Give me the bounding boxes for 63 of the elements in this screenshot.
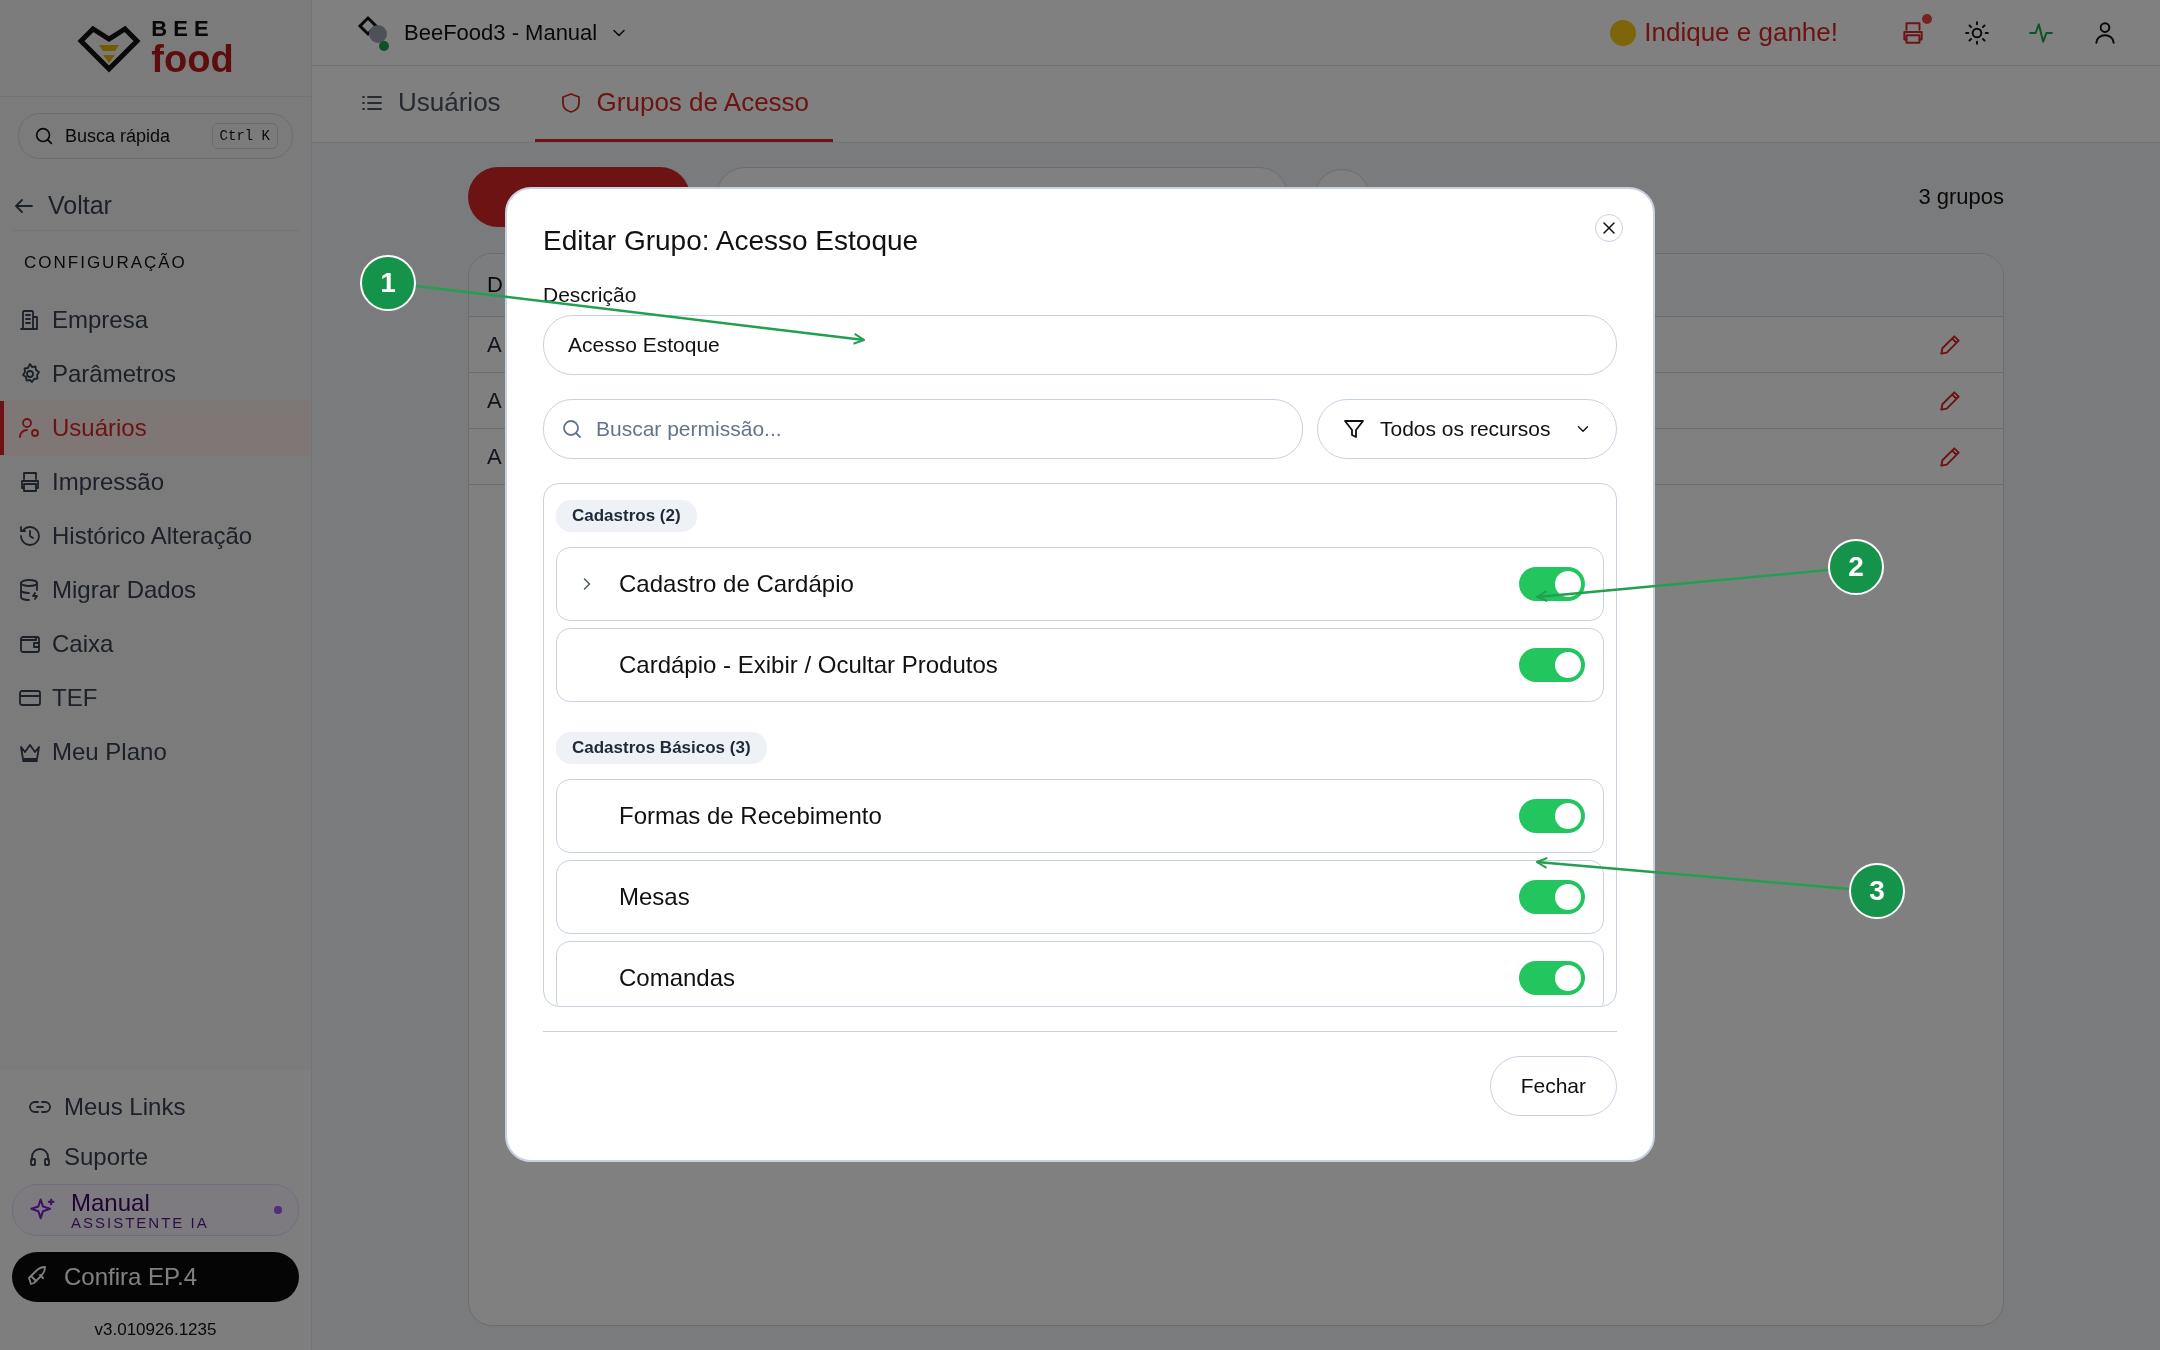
permission-name: Mesas — [619, 883, 691, 911]
quick-search-field[interactable]: Busca rápida Ctrl K — [18, 113, 293, 159]
logo-text: BEE — [151, 18, 216, 40]
permission-name: Cadastro de Cardápio — [619, 570, 855, 598]
table-cell: A — [487, 443, 502, 469]
table-cell: A — [487, 387, 502, 413]
sidebar-item[interactable]: Impressão — [0, 455, 311, 509]
back-link[interactable]: Voltar — [12, 181, 299, 231]
permission-name: Cardápio - Exibir / Ocultar Produtos — [619, 651, 999, 679]
promo-button[interactable]: Confira EP.4 — [12, 1252, 299, 1302]
close-button[interactable] — [1595, 214, 1623, 242]
shortcut-hint: Ctrl K — [211, 123, 278, 149]
tab[interactable]: Usuários — [336, 66, 525, 142]
toggle-switch[interactable] — [1519, 648, 1585, 682]
toggle-switch[interactable] — [1519, 567, 1585, 601]
sidebar-item[interactable]: Empresa — [0, 293, 311, 347]
sidebar-link[interactable]: Suporte — [12, 1134, 299, 1180]
field-label: Descrição — [543, 283, 638, 307]
headset-icon — [28, 1145, 52, 1169]
logo-text: food — [151, 40, 234, 78]
printer-icon — [18, 470, 42, 494]
toggle-switch[interactable] — [1519, 799, 1585, 833]
sidebar-item[interactable]: Histórico Alteração — [0, 509, 311, 563]
sidebar-item[interactable]: Caixa — [0, 617, 311, 671]
logo-icon — [77, 23, 142, 73]
permission-name: Formas de Recebimento — [619, 802, 883, 830]
sidebar-item[interactable]: Meu Plano — [0, 725, 311, 779]
printer-icon — [1900, 19, 1926, 46]
history-icon — [18, 524, 42, 548]
sidebar-item[interactable]: Migrar Dados — [0, 563, 311, 617]
assistant-subtitle: ASSISTENTE IA — [71, 1214, 210, 1230]
tab[interactable]: Grupos de Acesso — [534, 66, 834, 142]
resource-filter-dropdown[interactable]: Todos os recursos — [1317, 399, 1617, 459]
search-icon — [33, 125, 55, 147]
close-dialog-button[interactable]: Fechar — [1489, 1056, 1617, 1116]
column-header: D — [487, 272, 503, 298]
assistant-title: Manual — [71, 1190, 151, 1215]
table-cell: A — [487, 331, 502, 357]
group-chip: Cadastros Básicos (3) — [556, 732, 767, 764]
referral-link[interactable]: Indique e ganhe! — [1604, 16, 1844, 49]
group-chip: Cadastros (2) — [556, 500, 697, 532]
version-text: v3.010926.1235 — [93, 1320, 218, 1340]
assistant-button[interactable]: Manual ASSISTENTE IA — [12, 1184, 299, 1236]
group-count: 3 grupos — [1918, 184, 2004, 210]
sidebar-item[interactable]: Usuários — [0, 401, 311, 455]
user-icon — [2092, 19, 2118, 46]
sidebar-item[interactable]: TEF — [0, 671, 311, 725]
search-icon — [560, 417, 584, 441]
notification-dot — [1922, 13, 1932, 24]
workspace-selector[interactable]: BeeFood3 - Manual — [348, 12, 636, 53]
sun-icon — [1964, 19, 1990, 46]
section-heading: CONFIGURAÇÃO — [24, 253, 188, 273]
sidebar-item[interactable]: Parâmetros — [0, 347, 311, 401]
permission-name: Comandas — [619, 964, 737, 992]
status-dot — [274, 1206, 282, 1214]
description-field[interactable]: Acesso Estoque — [543, 315, 1617, 375]
toggle-switch[interactable] — [1519, 961, 1585, 995]
permission-search-field[interactable]: Buscar permissão... — [543, 399, 1303, 459]
user-gear-icon — [18, 416, 42, 440]
toggle-switch[interactable] — [1519, 880, 1585, 914]
filter-icon — [1342, 417, 1366, 441]
sidebar-link[interactable]: Meus Links — [12, 1084, 299, 1130]
dialog-title: Editar Grupo: Acesso Estoque — [543, 225, 919, 257]
